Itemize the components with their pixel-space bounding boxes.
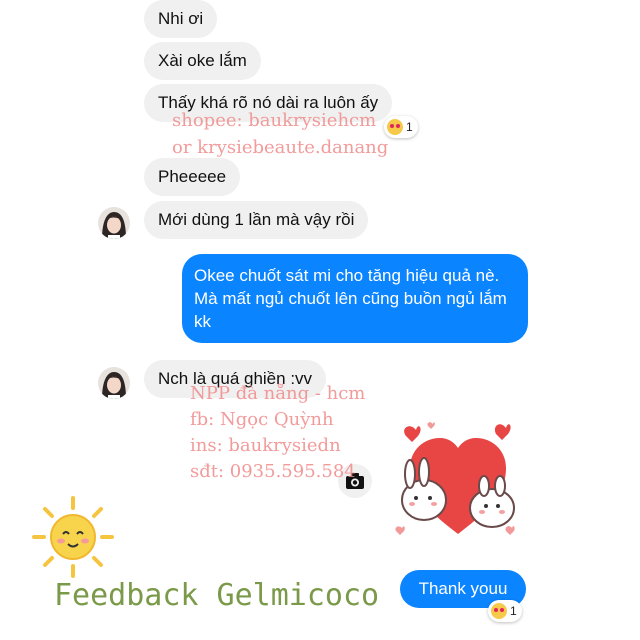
watermark-text: or krysiebeaute.danang xyxy=(172,137,389,158)
sun-icon xyxy=(30,494,116,580)
watermark-text: shopee: baukrysiehcm xyxy=(172,110,377,131)
watermark-text: sđt: 0935.595.584 xyxy=(190,461,356,482)
message-text: Xài oke lắm xyxy=(158,51,247,70)
watermark-text: fb: Ngọc Quỳnh xyxy=(190,409,334,430)
message-text: Okee chuốt sát mi cho tăng hiệu quả nè. … xyxy=(194,266,507,331)
message-bubble-outgoing[interactable]: Okee chuốt sát mi cho tăng hiệu quả nè. … xyxy=(182,254,528,343)
message-text: Thank youu xyxy=(418,579,508,598)
message-bubble-incoming[interactable]: Mới dùng 1 lần mà vậy rồi xyxy=(144,201,369,239)
reaction-count: 1 xyxy=(510,604,517,618)
heart-eyes-emoji-icon xyxy=(387,119,403,135)
reaction-badge[interactable]: 1 xyxy=(488,600,522,622)
heart-eyes-emoji-icon xyxy=(491,603,507,619)
sticker-heart-bunnies-icon[interactable] xyxy=(388,416,528,546)
message-bubble-incoming[interactable]: Pheeeee xyxy=(144,158,241,196)
message-bubble-incoming[interactable]: Xài oke lắm xyxy=(144,42,261,80)
reaction-badge[interactable]: 1 xyxy=(384,116,418,138)
reaction-count: 1 xyxy=(406,120,413,134)
watermark-text: ins: baukrysiedn xyxy=(190,435,341,456)
avatar[interactable] xyxy=(98,207,130,239)
avatar[interactable] xyxy=(98,367,130,399)
message-text: Pheeeee xyxy=(158,167,227,186)
message-text: Nhi ơi xyxy=(158,9,204,28)
message-bubble-incoming[interactable]: Nhi ơi xyxy=(144,0,218,38)
footer-title: Feedback Gelmicoco xyxy=(54,578,380,613)
watermark-text: NPP đà nẵng - hcm xyxy=(190,383,366,404)
message-text: Mới dùng 1 lần mà vậy rồi xyxy=(158,210,355,229)
